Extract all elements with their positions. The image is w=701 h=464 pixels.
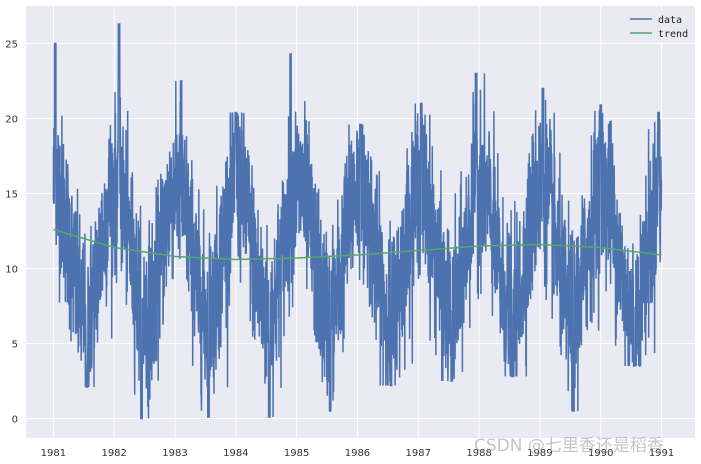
x-tick-label: 1986 [345,448,370,459]
y-tick-label: 5 [12,340,18,351]
y-tick-label: 10 [5,265,18,276]
legend-label-data: data [658,15,682,26]
x-tick-label: 1984 [223,448,248,459]
chart-canvas: 1981 1982 1983 1984 1985 1986 1987 1988 1989 1990… [5,6,695,459]
y-tick-label: 15 [5,190,18,201]
x-tick-label: 1987 [406,448,431,459]
legend-label-trend: trend [658,29,688,40]
x-tick-label: 1983 [162,448,187,459]
x-tick-label: 1985 [284,448,309,459]
legend: data trend [620,10,690,42]
y-tick-label: 0 [12,415,18,426]
y-tick-label: 25 [5,40,18,51]
x-tick-label: 1981 [41,448,66,459]
watermark: CSDN @七里香还是稻香 [474,436,664,456]
x-tick-label: 1982 [101,448,126,459]
y-tick-label: 20 [5,115,18,126]
